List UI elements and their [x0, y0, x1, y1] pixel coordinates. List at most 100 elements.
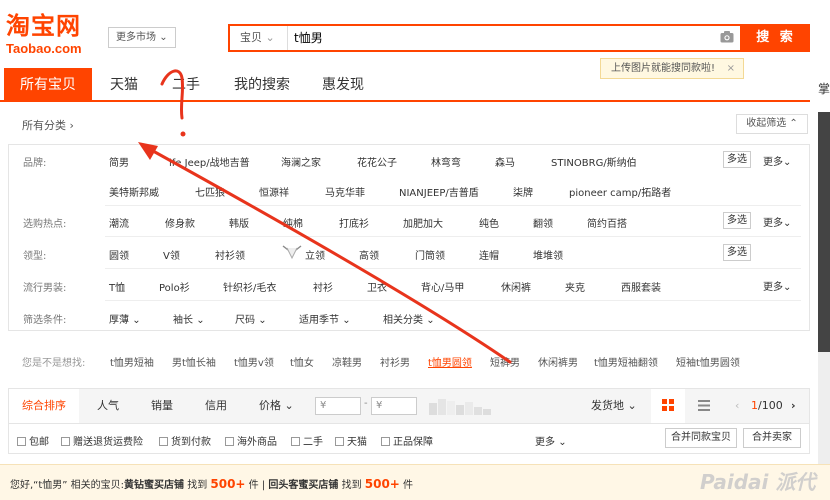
suggest-item[interactable]: 凉鞋男 [332, 354, 362, 369]
hot-option[interactable]: 翻领 [533, 215, 553, 230]
search-button[interactable]: 搜 索 [742, 24, 810, 52]
more-trend-button[interactable]: 更多⌄ [763, 278, 791, 293]
multi-select-button[interactable]: 多选 [723, 151, 751, 168]
hot-option[interactable]: 简约百搭 [587, 215, 627, 230]
suggest-item[interactable]: 短裤男 [490, 354, 520, 369]
hot-option[interactable]: 韩版 [229, 215, 249, 230]
trend-option[interactable]: T恤 [109, 279, 125, 294]
more-brands-button[interactable]: 更多⌄ [763, 153, 791, 168]
option-return-insurance[interactable]: 赠送退货运费险 [61, 433, 143, 448]
checkbox[interactable] [335, 437, 344, 446]
suggest-item[interactable]: 休闲裤男 [538, 354, 578, 369]
collar-option[interactable]: 衬衫领 [215, 247, 245, 262]
condition-dropdown[interactable]: 袖长 ⌄ [173, 311, 205, 326]
trend-option[interactable]: 背心/马甲 [421, 279, 464, 294]
suggest-item[interactable]: t恤男v领 [234, 354, 274, 369]
tab-my-search[interactable]: 我的搜索 [222, 68, 302, 102]
hot-option[interactable]: 纯色 [479, 215, 499, 230]
ship-from-dropdown[interactable]: 发货地 ⌄ [591, 389, 637, 423]
breadcrumb[interactable]: 所有分类 › [22, 117, 74, 133]
price-min-input[interactable]: ¥ [315, 397, 361, 415]
more-market-dropdown[interactable]: 更多市场 ⌄ [108, 27, 176, 48]
merge-seller-button[interactable]: 合并卖家 [743, 428, 801, 448]
brand-option[interactable]: ife Jeep/战地吉普 [169, 154, 250, 169]
collapse-filter-button[interactable]: 收起筛选 ⌃ [736, 114, 808, 134]
brand-option[interactable]: 马克华菲 [325, 184, 365, 199]
trend-option[interactable]: 针织衫/毛衣 [223, 279, 276, 294]
prev-page-icon[interactable]: ‹ [735, 389, 739, 423]
more-hot-button[interactable]: 更多⌄ [763, 214, 791, 229]
option-tmall[interactable]: 天猫 [335, 433, 367, 448]
price-range-bars[interactable] [429, 399, 491, 415]
tab-discover[interactable]: 惠发现 [310, 68, 376, 102]
hot-option[interactable]: 修身款 [165, 215, 195, 230]
condition-dropdown[interactable]: 尺码 ⌄ [235, 311, 267, 326]
checkbox[interactable] [61, 437, 70, 446]
condition-dropdown[interactable]: 厚薄 ⌄ [109, 311, 141, 326]
checkbox[interactable] [381, 437, 390, 446]
collar-option[interactable]: 高领 [359, 247, 379, 262]
trend-option[interactable]: 休闲裤 [501, 279, 531, 294]
suggest-item[interactable]: t恤女 [290, 354, 314, 369]
checkbox[interactable] [17, 437, 26, 446]
tab-tmall[interactable]: 天猫 [96, 68, 152, 102]
collar-option[interactable]: 立领 [305, 247, 325, 262]
hot-option[interactable]: 纯棉 [283, 215, 303, 230]
trend-option[interactable]: 卫衣 [367, 279, 387, 294]
sort-default[interactable]: 综合排序 [9, 389, 79, 423]
brand-option[interactable]: 美特斯邦威 [109, 184, 159, 199]
checkbox[interactable] [225, 437, 234, 446]
camera-icon[interactable] [720, 31, 734, 43]
collar-option[interactable]: V领 [163, 247, 180, 262]
brand-option[interactable]: 简男 [109, 154, 129, 169]
suggest-item-highlighted[interactable]: t恤男圆领 [428, 354, 472, 369]
brand-option[interactable]: NIANJEEP/吉普盾 [399, 184, 479, 199]
hot-option[interactable]: 打底衫 [339, 215, 369, 230]
option-overseas[interactable]: 海外商品 [225, 433, 277, 448]
trend-option[interactable]: 衬衫 [313, 279, 333, 294]
option-genuine[interactable]: 正品保障 [381, 433, 433, 448]
checkbox[interactable] [159, 437, 168, 446]
sort-credit[interactable]: 信用 [205, 389, 227, 423]
trend-option[interactable]: 西服套装 [621, 279, 661, 294]
brand-option[interactable]: 恒源祥 [259, 184, 289, 199]
suggest-item[interactable]: 短袖t恤男圆领 [676, 354, 740, 369]
brand-option[interactable]: 七匹狼 [195, 184, 225, 199]
hot-option[interactable]: 加肥加大 [403, 215, 443, 230]
search-category-select[interactable]: 宝贝 ⌄ [230, 26, 288, 50]
search-input[interactable]: t恤男 [294, 26, 323, 50]
side-ad-image[interactable] [818, 112, 830, 352]
checkbox[interactable] [291, 437, 300, 446]
brand-option[interactable]: 森马 [495, 154, 515, 169]
sort-popularity[interactable]: 人气 [97, 389, 119, 423]
collar-option[interactable]: 堆堆领 [533, 247, 563, 262]
trend-option[interactable]: Polo衫 [159, 279, 190, 294]
collar-option[interactable]: 连帽 [479, 247, 499, 262]
option-free-shipping[interactable]: 包邮 [17, 433, 49, 448]
brand-option[interactable]: 海澜之家 [281, 154, 321, 169]
taobao-logo[interactable]: 淘宝网 [6, 12, 81, 40]
price-max-input[interactable]: ¥ [371, 397, 417, 415]
condition-dropdown[interactable]: 相关分类 ⌄ [383, 311, 435, 326]
suggest-item[interactable]: 男t恤长袖 [172, 354, 216, 369]
next-page-icon[interactable]: › [791, 389, 796, 423]
suggest-item[interactable]: t恤男短袖 [110, 354, 154, 369]
list-view-button[interactable] [687, 389, 721, 423]
suggest-item[interactable]: 衬衫男 [380, 354, 410, 369]
multi-select-button[interactable]: 多选 [723, 244, 751, 261]
brand-option[interactable]: 林弯弯 [431, 154, 461, 169]
sort-price[interactable]: 价格 ⌄ [259, 389, 294, 423]
options-more-dropdown[interactable]: 更多 ⌄ [535, 433, 567, 448]
option-secondhand[interactable]: 二手 [291, 433, 323, 448]
collar-option[interactable]: 圆领 [109, 247, 129, 262]
option-cod[interactable]: 货到付款 [159, 433, 211, 448]
condition-dropdown[interactable]: 适用季节 ⌄ [299, 311, 351, 326]
trend-option[interactable]: 夹克 [565, 279, 585, 294]
grid-view-button[interactable] [651, 389, 685, 423]
brand-option[interactable]: STINOBRG/斯纳伯 [551, 154, 637, 169]
sort-sales[interactable]: 销量 [151, 389, 173, 423]
suggest-item[interactable]: t恤男短袖翻领 [594, 354, 658, 369]
tab-secondhand[interactable]: 二手 [158, 68, 214, 102]
collar-option[interactable]: 门筒领 [415, 247, 445, 262]
multi-select-button[interactable]: 多选 [723, 212, 751, 229]
